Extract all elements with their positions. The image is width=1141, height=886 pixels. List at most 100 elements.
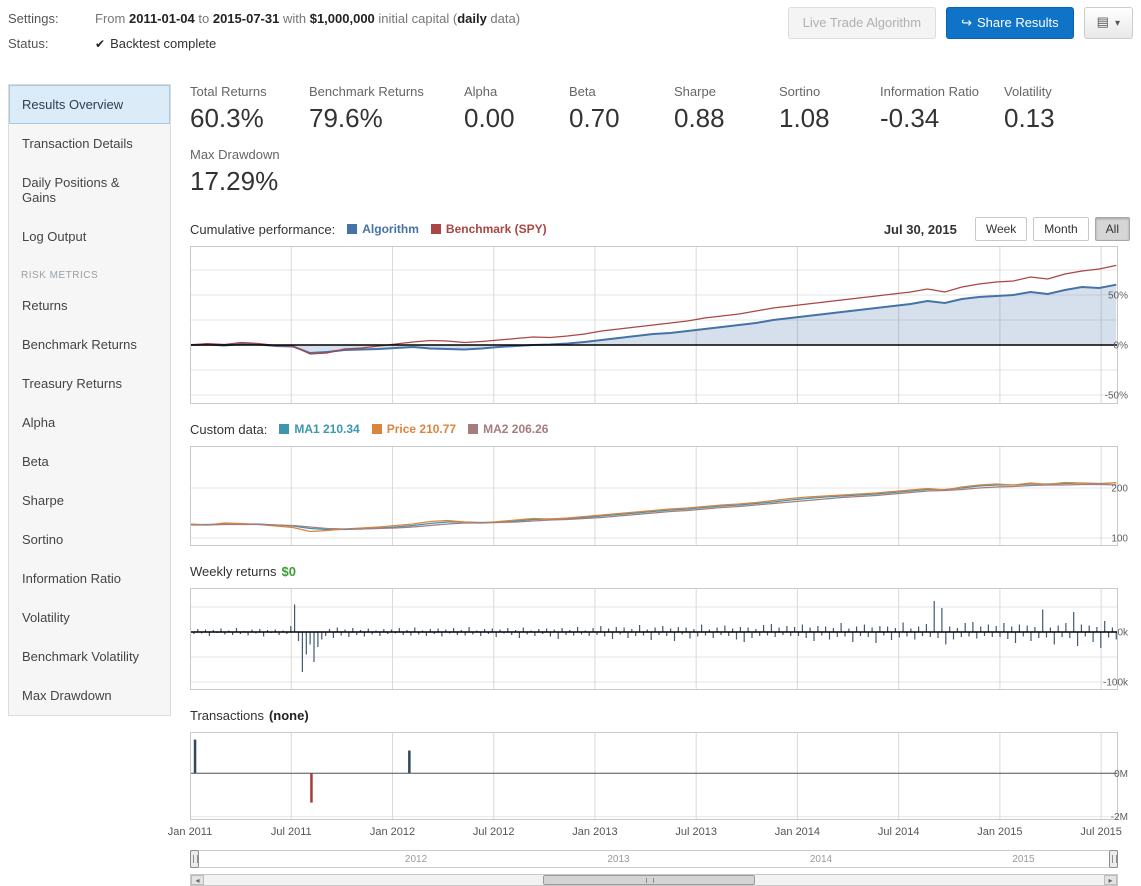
- weekly-returns-header: Weekly returns $0: [190, 559, 1130, 583]
- data-frequency: daily: [457, 11, 487, 26]
- range-button-month[interactable]: Month: [1033, 217, 1088, 241]
- sidebar-item-sortino[interactable]: Sortino: [9, 520, 170, 559]
- header: Settings: From 2011-01-04 to 2015-07-31 …: [0, 0, 1141, 51]
- legend-benchmark-label: Benchmark (SPY): [446, 222, 547, 236]
- stat-information-ratio: Information Ratio-0.34: [880, 84, 1004, 134]
- sidebar-item-transaction-details[interactable]: Transaction Details: [9, 124, 170, 163]
- stat-volatility: Volatility0.13: [1004, 84, 1055, 134]
- stat-beta: Beta0.70: [569, 84, 674, 134]
- sidebar-item-volatility[interactable]: Volatility: [9, 598, 170, 637]
- scroll-right-arrow[interactable]: ▸: [1104, 875, 1117, 885]
- main-content: Total Returns60.3% Benchmark Returns79.6…: [190, 84, 1130, 886]
- check-icon: ✔: [95, 37, 105, 51]
- legend-algorithm-label: Algorithm: [362, 222, 419, 236]
- algorithm-swatch: [347, 224, 357, 234]
- ma2-swatch: [468, 424, 478, 434]
- sidebar-item-alpha[interactable]: Alpha: [9, 403, 170, 442]
- status-label: Status:: [8, 36, 95, 51]
- svg-text:50%: 50%: [1108, 291, 1128, 302]
- settings-summary: From 2011-01-04 to 2015-07-31 with $1,00…: [95, 11, 520, 26]
- sidebar-item-returns[interactable]: Returns: [9, 286, 170, 325]
- initial-capital: $1,000,000: [310, 11, 375, 26]
- x-axis-tick: Jan 2011: [168, 826, 212, 838]
- x-axis-labels: Jan 2011Jul 2011Jan 2012Jul 2012Jan 2013…: [190, 824, 1130, 841]
- benchmark-swatch: [431, 224, 441, 234]
- legend-algorithm[interactable]: Algorithm: [347, 222, 419, 236]
- legend-price-label: Price 210.77: [387, 422, 456, 436]
- svg-text:100: 100: [1111, 534, 1128, 545]
- header-buttons: Live Trade Algorithm ↪Share Results ▤▾: [788, 7, 1133, 39]
- range-button-all[interactable]: All: [1095, 217, 1130, 241]
- legend-ma2[interactable]: MA2 206.26: [468, 422, 548, 436]
- navigator-handle-left[interactable]: [190, 850, 199, 868]
- weekly-returns-title: Weekly returns: [190, 564, 276, 579]
- x-axis-tick: Jul 2015: [1080, 826, 1122, 838]
- svg-text:0M: 0M: [1114, 769, 1128, 780]
- caret-down-icon: ▾: [1115, 18, 1120, 29]
- list-icon: ▤: [1097, 14, 1109, 29]
- legend-ma1[interactable]: MA1 210.34: [279, 422, 359, 436]
- transactions-chart[interactable]: 0M-2M: [190, 732, 1130, 820]
- range-button-week[interactable]: Week: [975, 217, 1027, 241]
- navigator-year-label: 2014: [810, 854, 832, 865]
- stats-row-2: Max Drawdown17.29%: [190, 147, 1130, 197]
- share-results-button[interactable]: ↪Share Results: [946, 7, 1074, 39]
- sidebar-item-log-output[interactable]: Log Output: [9, 217, 170, 256]
- navigator-year-label: 2015: [1012, 854, 1034, 865]
- svg-text:-100k: -100k: [1103, 678, 1129, 689]
- stat-sortino: Sortino1.08: [779, 84, 880, 134]
- navigator-year-label: 2012: [405, 854, 427, 865]
- menu-button[interactable]: ▤▾: [1084, 7, 1133, 39]
- svg-text:-50%: -50%: [1105, 391, 1128, 402]
- live-trade-button[interactable]: Live Trade Algorithm: [788, 7, 937, 39]
- sidebar-item-beta[interactable]: Beta: [9, 442, 170, 481]
- scroll-left-arrow[interactable]: ◂: [191, 875, 204, 885]
- x-axis-tick: Jul 2011: [271, 826, 312, 838]
- stat-sharpe: Sharpe0.88: [674, 84, 779, 134]
- navigator-year-label: 2013: [607, 854, 629, 865]
- share-icon: ↪: [961, 15, 972, 30]
- x-axis-tick: Jan 2014: [775, 826, 820, 838]
- sidebar-item-sharpe[interactable]: Sharpe: [9, 481, 170, 520]
- navigator-track[interactable]: 2012 2013 2014 2015: [190, 850, 1118, 868]
- sidebar-item-results-overview[interactable]: Results Overview: [9, 85, 170, 124]
- x-axis-tick: Jan 2012: [370, 826, 415, 838]
- x-axis-tick: Jul 2013: [675, 826, 717, 838]
- svg-text:200: 200: [1111, 484, 1128, 495]
- stat-benchmark-returns: Benchmark Returns79.6%: [309, 84, 464, 134]
- backtest-results-page: Settings: From 2011-01-04 to 2015-07-31 …: [0, 0, 1141, 886]
- x-axis-tick: Jan 2013: [572, 826, 617, 838]
- custom-data-header: Custom data: MA1 210.34 Price 210.77 MA2…: [190, 417, 1130, 441]
- legend-benchmark[interactable]: Benchmark (SPY): [431, 222, 547, 236]
- svg-text:0k: 0k: [1117, 628, 1129, 639]
- status-value: ✔Backtest complete: [95, 36, 216, 51]
- x-axis-tick: Jan 2015: [977, 826, 1022, 838]
- navigator-handle-right[interactable]: [1109, 850, 1118, 868]
- horizontal-scrollbar[interactable]: ◂ ▸: [190, 874, 1118, 886]
- start-date: 2011-01-04: [129, 11, 195, 26]
- weekly-returns-chart[interactable]: 0k -100k: [190, 588, 1130, 690]
- weekly-returns-value: $0: [281, 564, 295, 579]
- sidebar-item-information-ratio[interactable]: Information Ratio: [9, 559, 170, 598]
- x-axis-tick: Jul 2014: [878, 826, 920, 838]
- sidebar-item-treasury-returns[interactable]: Treasury Returns: [9, 364, 170, 403]
- current-date-label: Jul 30, 2015: [884, 222, 957, 237]
- transactions-header: Transactions (none): [190, 703, 1130, 727]
- sidebar-item-max-drawdown[interactable]: Max Drawdown: [9, 676, 170, 715]
- end-date: 2015-07-31: [213, 11, 280, 26]
- sidebar-item-daily-positions[interactable]: Daily Positions & Gains: [9, 163, 170, 217]
- custom-data-chart[interactable]: 200 100: [190, 446, 1130, 546]
- stat-total-returns: Total Returns60.3%: [190, 84, 309, 134]
- sidebar-item-benchmark-volatility[interactable]: Benchmark Volatility: [9, 637, 170, 676]
- legend-ma2-label: MA2 206.26: [483, 422, 548, 436]
- stat-alpha: Alpha0.00: [464, 84, 569, 134]
- svg-text:0%: 0%: [1114, 341, 1129, 352]
- transactions-title: Transactions: [190, 708, 264, 723]
- legend-ma1-label: MA1 210.34: [294, 422, 359, 436]
- price-swatch: [372, 424, 382, 434]
- legend-price[interactable]: Price 210.77: [372, 422, 456, 436]
- cumulative-performance-chart[interactable]: 50% 0% -50%: [190, 246, 1130, 404]
- sidebar-item-benchmark-returns[interactable]: Benchmark Returns: [9, 325, 170, 364]
- scrollbar-thumb[interactable]: [543, 875, 755, 885]
- cumulative-chart-header: Cumulative performance: Algorithm Benchm…: [190, 217, 1130, 241]
